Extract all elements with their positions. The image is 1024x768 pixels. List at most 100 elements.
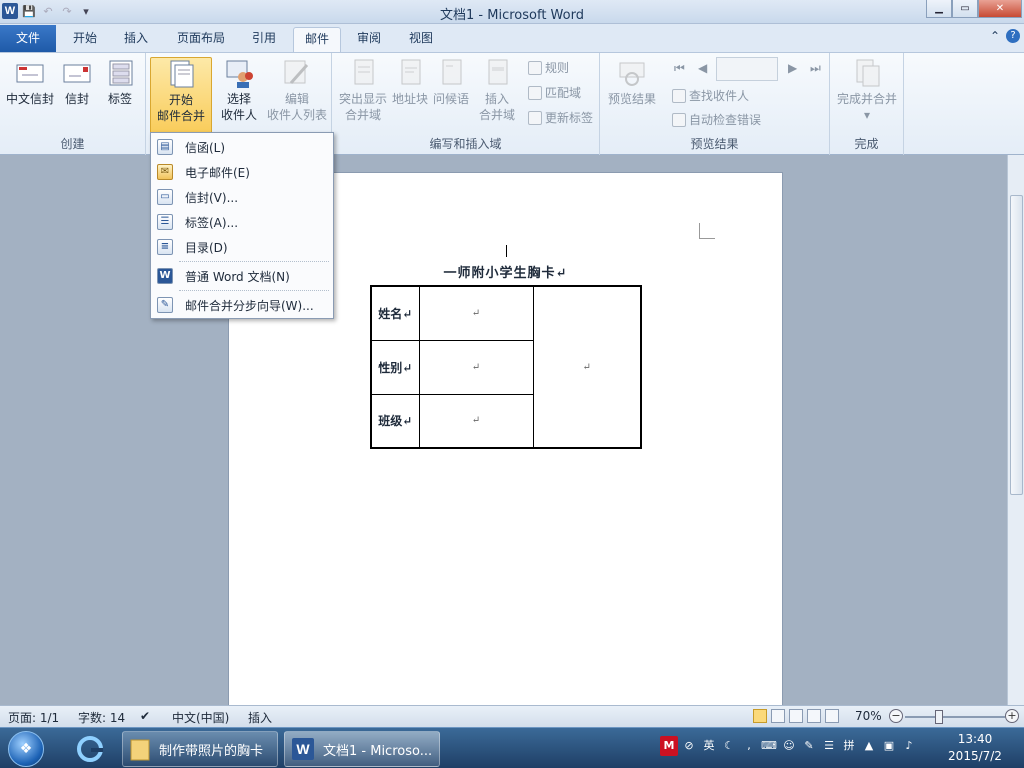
tab-page-layout[interactable]: 页面布局 <box>168 27 234 52</box>
zoom-level[interactable]: 70% <box>855 709 882 723</box>
full-screen-reading-view-icon[interactable] <box>771 709 785 723</box>
maximize-button[interactable]: ▭ <box>952 0 978 18</box>
taskbar-word-window[interactable]: W 文档1 - Microso... <box>284 731 440 767</box>
start-mail-merge-button[interactable]: 开始 邮件合并 <box>150 57 212 134</box>
ime-brand-icon[interactable]: M <box>660 736 678 756</box>
menu-item-email[interactable]: ✉ 电子邮件(E) <box>151 160 333 184</box>
rules-button[interactable]: 规则 <box>528 59 569 76</box>
insert-merge-field-button[interactable]: 插入 合并域 <box>472 57 522 123</box>
select-recipients-button[interactable]: 选择 收件人 <box>214 57 264 123</box>
language-indicator[interactable]: 中文(中国) <box>172 709 229 726</box>
ime-keyboard-icon[interactable]: ⌨ <box>760 736 778 756</box>
match-fields-button[interactable]: 匹配域 <box>528 84 581 101</box>
next-record-icon[interactable]: ▶ <box>788 61 797 75</box>
last-record-icon[interactable]: ⏭ <box>810 61 821 76</box>
find-recipient-button[interactable]: 查找收件人 <box>672 87 749 104</box>
tab-mailings[interactable]: 邮件 <box>293 27 341 52</box>
group-label-write-insert: 编写和插入域 <box>429 137 502 151</box>
ime-punctuation-icon[interactable]: , <box>740 736 758 756</box>
network-icon[interactable]: ▣ <box>880 736 898 756</box>
pinyin-icon[interactable]: 拼 <box>840 736 858 756</box>
start-button[interactable]: ❖ <box>8 731 44 767</box>
wizard-icon: ✎ <box>157 297 173 313</box>
tab-review[interactable]: 审阅 <box>346 27 392 52</box>
finish-merge-button[interactable]: 完成并合并 ▾ <box>834 57 900 123</box>
greeting-line-button[interactable]: 问候语 <box>430 57 472 107</box>
first-record-icon[interactable]: ⏮ <box>674 61 685 76</box>
ime-skin-icon[interactable]: ☺ <box>780 736 798 756</box>
table-cell-label[interactable]: 性别↵ <box>370 339 420 395</box>
table-cell-label[interactable]: 班级↵ <box>370 393 420 449</box>
ime-status-icon[interactable]: ⊘ <box>680 736 698 756</box>
menu-item-step-by-step-wizard[interactable]: ✎ 邮件合并分步向导(W)... <box>151 293 333 317</box>
insert-mode-indicator[interactable]: 插入 <box>248 709 272 726</box>
preview-results-button[interactable]: 预览结果 <box>604 57 660 107</box>
proofing-icon[interactable]: ✔ <box>140 709 150 723</box>
zoom-in-button[interactable]: + <box>1005 709 1019 723</box>
volume-icon[interactable]: ♪ <box>900 736 918 756</box>
menu-item-envelopes[interactable]: ▭ 信封(V)... <box>151 185 333 209</box>
svg-text:W: W <box>296 741 310 757</box>
edit-recipient-list-button[interactable]: 编辑 收件人列表 <box>264 57 330 123</box>
system-clock[interactable]: 13:40 2015/7/2 <box>940 731 1010 765</box>
zoom-slider-thumb[interactable] <box>935 710 943 724</box>
chinese-envelope-button[interactable]: 中文信封 <box>4 57 56 107</box>
page-count[interactable]: 页面: 1/1 <box>8 709 59 726</box>
browser-taskbar-icon[interactable] <box>70 731 110 767</box>
menu-item-letters[interactable]: ▤ 信函(L) <box>151 135 333 159</box>
scroll-thumb[interactable] <box>1010 195 1023 495</box>
taskbar-folder-window[interactable]: 制作带照片的胸卡 <box>122 731 278 767</box>
start-mail-merge-menu: ▤ 信函(L) ✉ 电子邮件(E) ▭ 信封(V)... ☰ 标签(A)... … <box>150 132 334 319</box>
labels-button[interactable]: 标签 <box>100 57 140 107</box>
tab-view[interactable]: 视图 <box>398 27 444 52</box>
badge-table[interactable]: 姓名↵ ↵ ↵ 性别↵ ↵ 班级↵ ↵ <box>370 285 642 449</box>
vertical-scrollbar[interactable] <box>1007 155 1024 705</box>
show-hidden-icons-icon[interactable]: ▲ <box>860 736 878 756</box>
tab-insert[interactable]: 插入 <box>114 27 158 52</box>
photo-cell[interactable]: ↵ <box>532 285 642 449</box>
menu-item-labels[interactable]: ☰ 标签(A)... <box>151 210 333 234</box>
tab-references[interactable]: 引用 <box>242 27 286 52</box>
clock-date: 2015/7/2 <box>948 749 1002 763</box>
outline-view-icon[interactable] <box>807 709 821 723</box>
table-cell-value[interactable]: ↵ <box>418 285 534 341</box>
ime-tools-icon[interactable]: ✎ <box>800 736 818 756</box>
preview-results-icon <box>619 62 645 86</box>
close-button[interactable]: ✕ <box>978 0 1022 18</box>
browser-icon <box>77 736 103 762</box>
zoom-out-button[interactable]: − <box>889 709 903 723</box>
print-layout-view-icon[interactable] <box>753 709 767 723</box>
envelope-button[interactable]: 信封 <box>58 57 96 107</box>
taskbar: ❖ 制作带照片的胸卡 W 文档1 - Microso... M ⊘ 英 ☾ , … <box>0 727 1024 768</box>
table-cell-value[interactable]: ↵ <box>418 393 534 449</box>
word-count[interactable]: 字数: 14 <box>78 709 125 726</box>
word-doc-icon: W <box>157 268 173 284</box>
record-number-input[interactable] <box>716 57 778 81</box>
help-icon[interactable]: ? <box>1006 29 1020 43</box>
menu-item-directory[interactable]: ≡ 目录(D) <box>151 235 333 259</box>
ime-language-indicator[interactable]: 英 <box>700 736 718 756</box>
table-cell-label[interactable]: 姓名↵ <box>370 285 420 341</box>
ime-menu-icon[interactable]: ☰ <box>820 736 838 756</box>
tab-home[interactable]: 开始 <box>62 27 108 52</box>
zoom-slider[interactable] <box>905 716 1005 718</box>
group-label-preview: 预览结果 <box>690 137 739 151</box>
auto-check-errors-button[interactable]: 自动检查错误 <box>672 111 761 128</box>
previous-record-icon[interactable]: ◀ <box>698 61 707 75</box>
minimize-button[interactable]: ▁ <box>926 0 952 18</box>
update-labels-button[interactable]: 更新标签 <box>528 109 593 126</box>
address-block-button[interactable]: 地址块 <box>390 57 430 107</box>
web-layout-view-icon[interactable] <box>789 709 803 723</box>
minimize-ribbon-icon[interactable]: ⌃ <box>990 29 1000 43</box>
finish-dropdown-arrow: ▾ <box>863 108 871 122</box>
menu-item-normal-word-document[interactable]: W 普通 Word 文档(N) <box>151 264 333 288</box>
group-finish: 完成并合并 ▾ 完成 <box>830 53 904 155</box>
envelope-icon <box>63 64 91 83</box>
ime-moon-icon[interactable]: ☾ <box>720 736 738 756</box>
draft-view-icon[interactable] <box>825 709 839 723</box>
highlight-merge-fields-button[interactable]: 突出显示 合并域 <box>336 57 390 123</box>
tab-file[interactable]: 文件 <box>0 25 56 52</box>
table-cell-value[interactable]: ↵ <box>418 339 534 395</box>
window-controls: ▁ ▭ ✕ <box>926 0 1022 18</box>
match-fields-icon <box>528 85 542 100</box>
